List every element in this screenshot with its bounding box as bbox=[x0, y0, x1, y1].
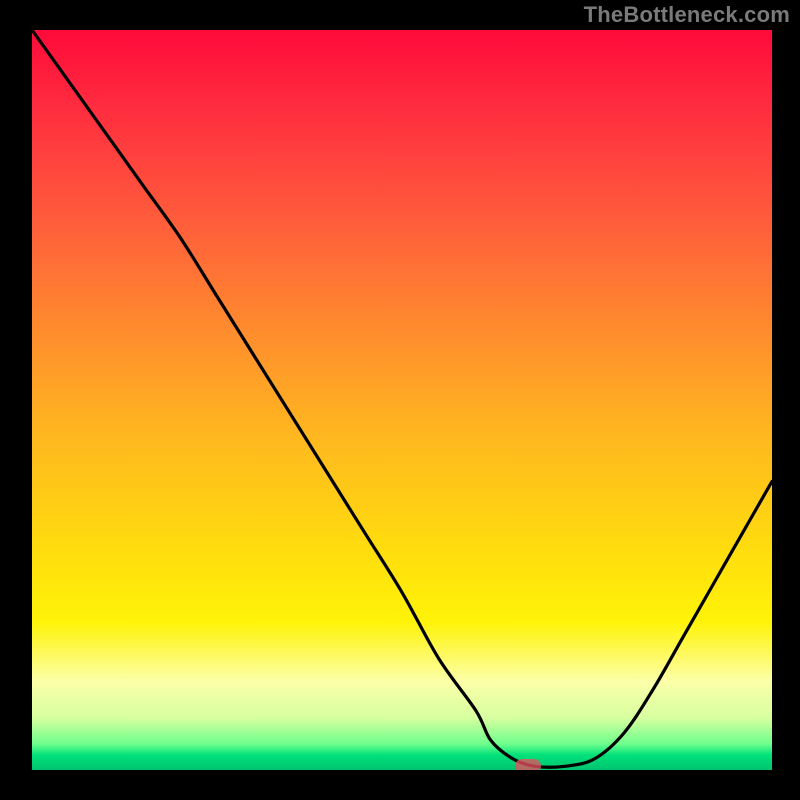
chart-frame: TheBottleneck.com bbox=[0, 0, 800, 800]
bottleneck-curve bbox=[32, 30, 772, 770]
plot-area bbox=[32, 30, 772, 770]
optimum-marker bbox=[515, 759, 541, 770]
watermark-text: TheBottleneck.com bbox=[584, 2, 790, 28]
